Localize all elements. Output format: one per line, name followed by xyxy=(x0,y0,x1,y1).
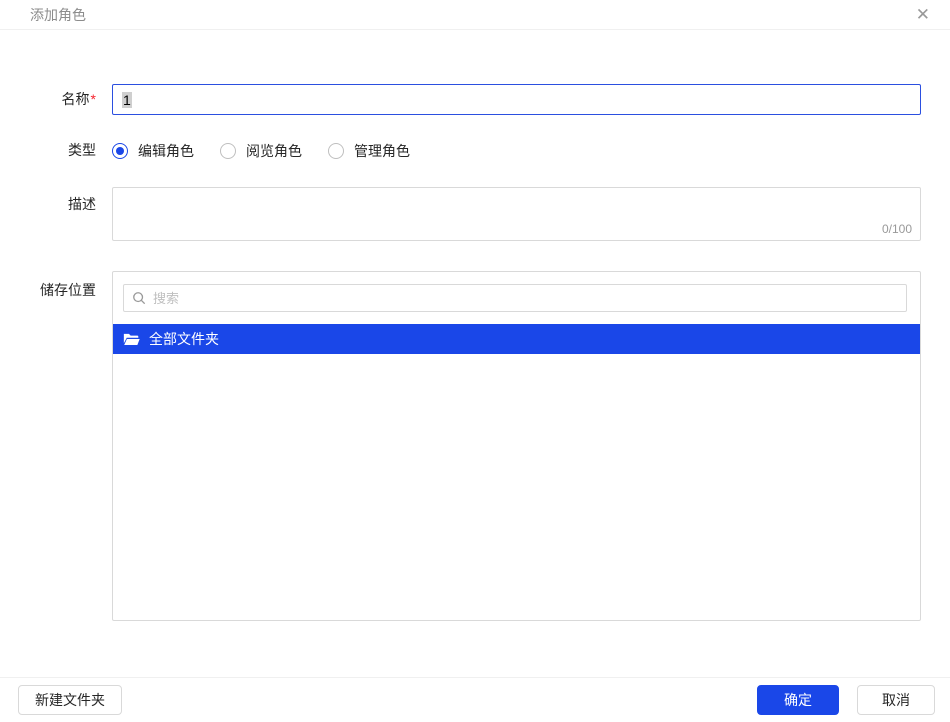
dialog-footer: 新建文件夹 确定 取消 xyxy=(0,677,950,722)
folder-item-all-folders[interactable]: 全部文件夹 xyxy=(113,324,920,354)
radio-circle-icon xyxy=(112,143,128,159)
type-row: 类型 编辑角色 阅览角色 管理角色 xyxy=(0,141,921,161)
radio-circle-icon xyxy=(328,143,344,159)
description-label: 描述 xyxy=(0,187,96,215)
dialog-header: 添加角色 ✕ xyxy=(0,0,950,30)
folder-tree: 全部文件夹 xyxy=(113,324,920,354)
storage-row: 储存位置 xyxy=(0,271,921,621)
search-icon xyxy=(132,291,146,305)
folder-search-input[interactable] xyxy=(153,291,898,306)
name-input[interactable]: 1 xyxy=(112,84,921,115)
open-folder-icon xyxy=(123,332,140,346)
close-icon[interactable]: ✕ xyxy=(912,4,934,25)
description-row: 描述 0/100 xyxy=(0,187,921,241)
type-label: 类型 xyxy=(0,141,96,161)
new-folder-button[interactable]: 新建文件夹 xyxy=(18,685,122,715)
required-asterisk: * xyxy=(91,91,96,107)
radio-view-role[interactable]: 阅览角色 xyxy=(220,141,302,161)
name-label: 名称* xyxy=(0,90,96,110)
storage-picker: 全部文件夹 xyxy=(112,271,921,621)
storage-label: 储存位置 xyxy=(0,271,96,301)
char-counter: 0/100 xyxy=(882,222,912,236)
cancel-button[interactable]: 取消 xyxy=(857,685,935,715)
role-type-radio-group: 编辑角色 阅览角色 管理角色 xyxy=(112,141,921,161)
folder-search-box[interactable] xyxy=(123,284,907,312)
dialog-body: 名称* 1 类型 编辑角色 阅览角色 xyxy=(0,30,950,621)
name-input-value: 1 xyxy=(122,92,132,108)
name-row: 名称* 1 xyxy=(0,84,921,115)
add-role-dialog: 添加角色 ✕ 名称* 1 类型 编辑角色 xyxy=(0,0,950,722)
radio-circle-icon xyxy=(220,143,236,159)
radio-edit-role[interactable]: 编辑角色 xyxy=(112,141,194,161)
dialog-title: 添加角色 xyxy=(30,5,86,25)
confirm-button[interactable]: 确定 xyxy=(757,685,839,715)
description-box: 0/100 xyxy=(112,187,921,241)
radio-manage-role[interactable]: 管理角色 xyxy=(328,141,410,161)
description-textarea[interactable] xyxy=(113,188,920,222)
